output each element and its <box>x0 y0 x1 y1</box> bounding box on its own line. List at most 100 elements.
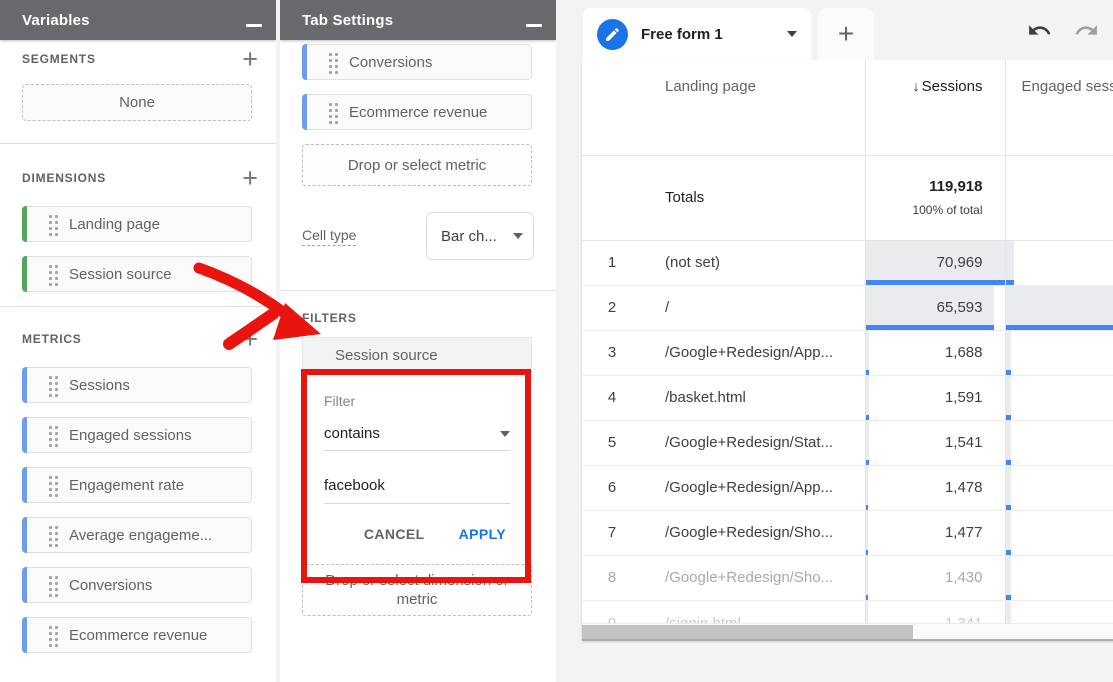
divider <box>0 143 276 144</box>
tab-settings-title: Tab Settings <box>302 12 526 29</box>
filter-field-label: Filter <box>324 393 510 409</box>
add-segment-button[interactable]: + <box>242 49 258 69</box>
dimension-chip-session-source[interactable]: Session source <box>22 256 252 292</box>
tab-bar: Free form 1 + <box>556 0 1113 60</box>
tab-settings-panel: Tab Settings Conversions Ecommerce reven… <box>280 0 556 682</box>
chevron-down-icon <box>513 233 523 239</box>
drag-handle-icon[interactable] <box>49 476 59 497</box>
table-row[interactable]: 7 /Google+Redesign/Sho... 1,477 <box>582 510 1113 555</box>
metric-chip-average-engagement[interactable]: Average engageme... <box>22 517 252 553</box>
redo-icon[interactable] <box>1074 18 1099 43</box>
filter-chip-session-source[interactable]: Session source <box>302 337 532 373</box>
cell-type-select[interactable]: Bar ch... <box>426 212 534 260</box>
freeform-table-card: Landing page ↓Sessions Engaged sessions … <box>582 60 1113 641</box>
scrollbar-thumb[interactable] <box>582 625 913 639</box>
dimension-chip-landing-page[interactable]: Landing page <box>22 206 252 242</box>
horizontal-scrollbar[interactable] <box>582 623 1113 639</box>
filter-value-input[interactable]: facebook <box>324 477 510 504</box>
tab-settings-header: Tab Settings <box>280 0 556 40</box>
table-row[interactable]: 6 /Google+Redesign/App... 1,478 <box>582 465 1113 510</box>
bar-chart-cell <box>1006 421 1011 465</box>
table-row[interactable]: 1 (not set) 70,969 <box>582 240 1113 285</box>
bar-chart-cell <box>1006 511 1011 555</box>
applied-metric-conversions[interactable]: Conversions <box>302 44 532 80</box>
chip-label: Conversions <box>69 577 152 594</box>
bar-chart-cell <box>866 331 869 375</box>
bar-chart-cell <box>866 556 869 600</box>
table-row[interactable]: 2 / 65,593 <box>582 285 1113 330</box>
bar-chart-cell <box>866 241 1005 285</box>
dimensions-label: DIMENSIONS <box>22 171 242 185</box>
match-type-select[interactable]: contains <box>324 425 510 451</box>
totals-label: Totals <box>642 155 865 240</box>
bar-chart-cell <box>866 466 869 510</box>
add-metric-button[interactable]: + <box>242 329 258 349</box>
cancel-button[interactable]: CANCEL <box>364 526 425 542</box>
chevron-down-icon <box>500 431 510 437</box>
drag-handle-icon[interactable] <box>49 376 59 397</box>
minimize-icon[interactable] <box>246 24 262 27</box>
chip-label: Landing page <box>69 216 160 233</box>
metric-chip-ecommerce-revenue[interactable]: Ecommerce revenue <box>22 617 252 653</box>
bar-chart-cell <box>866 376 869 420</box>
metric-chip-engagement-rate[interactable]: Engagement rate <box>22 467 252 503</box>
drag-handle-icon[interactable] <box>49 265 59 286</box>
table-row[interactable]: 8 /Google+Redesign/Sho... 1,430 <box>582 555 1113 600</box>
bar-chart-cell <box>866 511 869 555</box>
drag-handle-icon[interactable] <box>329 53 339 74</box>
drag-handle-icon[interactable] <box>329 103 339 124</box>
add-tab-button[interactable]: + <box>818 8 874 60</box>
col-header-sessions[interactable]: ↓Sessions <box>865 60 1005 155</box>
chip-label: Engaged sessions <box>69 427 192 444</box>
divider <box>0 306 276 307</box>
clipped-row-container: 9 /signin.html 1,341 <box>582 601 1113 623</box>
chip-label: Average engageme... <box>69 527 212 544</box>
table-row[interactable]: 3 /Google+Redesign/App... 1,688 <box>582 330 1113 375</box>
table-header-row: Landing page ↓Sessions Engaged sessions <box>582 60 1113 155</box>
drop-dimension-target[interactable]: Drop or select dimension or metric <box>302 564 532 616</box>
add-dimension-button[interactable]: + <box>242 168 258 188</box>
bar-chart-cell <box>866 601 869 623</box>
metrics-label: METRICS <box>22 332 242 346</box>
bar-chart-cell <box>866 421 869 465</box>
totals-engaged: 100% of total <box>1005 155 1113 240</box>
drag-handle-icon[interactable] <box>49 626 59 647</box>
totals-sessions: 119,918 100% of total <box>865 155 1005 240</box>
ga4-exploration-app: Variables SEGMENTS + None DIMENSIONS + L… <box>0 0 1113 682</box>
cell-type-label: Cell type <box>302 227 356 246</box>
table-row[interactable]: 9 /signin.html 1,341 <box>582 601 1113 623</box>
segments-empty[interactable]: None <box>22 84 252 121</box>
bar-chart-cell <box>1006 286 1113 330</box>
table-row[interactable]: 5 /Google+Redesign/Stat... 1,541 <box>582 420 1113 465</box>
undo-icon[interactable] <box>1027 18 1052 43</box>
col-header-engaged-sessions[interactable]: Engaged sessions <box>1005 60 1113 155</box>
drop-metric-target[interactable]: Drop or select metric <box>302 144 532 186</box>
drag-handle-icon[interactable] <box>49 526 59 547</box>
chip-label: Ecommerce revenue <box>69 627 207 644</box>
metric-chip-sessions[interactable]: Sessions <box>22 367 252 403</box>
chip-label: Ecommerce revenue <box>349 104 487 121</box>
bar-chart-cell <box>1006 556 1011 600</box>
chip-label: Conversions <box>349 54 432 71</box>
filters-label: FILTERS <box>280 311 556 325</box>
bar-chart-cell <box>1006 601 1011 623</box>
canvas-workspace: Free form 1 + Landing page ↓Sessions Eng… <box>556 0 1113 682</box>
minimize-icon[interactable] <box>526 24 542 27</box>
applied-metric-ecommerce-revenue[interactable]: Ecommerce revenue <box>302 94 532 130</box>
drag-handle-icon[interactable] <box>49 426 59 447</box>
sort-desc-icon: ↓ <box>913 78 920 94</box>
chip-label: Engagement rate <box>69 477 184 494</box>
metric-chip-conversions[interactable]: Conversions <box>22 567 252 603</box>
col-header-landing-page[interactable]: Landing page <box>642 60 865 155</box>
variables-panel: Variables SEGMENTS + None DIMENSIONS + L… <box>0 0 276 682</box>
filter-form: Filter contains facebook CANCEL APPLY <box>302 373 532 542</box>
bar-chart-cell <box>1006 241 1014 285</box>
table-row[interactable]: 4 /basket.html 1,591 <box>582 375 1113 420</box>
drag-handle-icon[interactable] <box>49 576 59 597</box>
drag-handle-icon[interactable] <box>49 215 59 236</box>
chevron-down-icon[interactable] <box>787 31 797 37</box>
apply-button[interactable]: APPLY <box>459 526 506 542</box>
variables-panel-header: Variables <box>0 0 276 40</box>
metric-chip-engaged-sessions[interactable]: Engaged sessions <box>22 417 252 453</box>
tab-free-form-1[interactable]: Free form 1 <box>583 8 811 60</box>
